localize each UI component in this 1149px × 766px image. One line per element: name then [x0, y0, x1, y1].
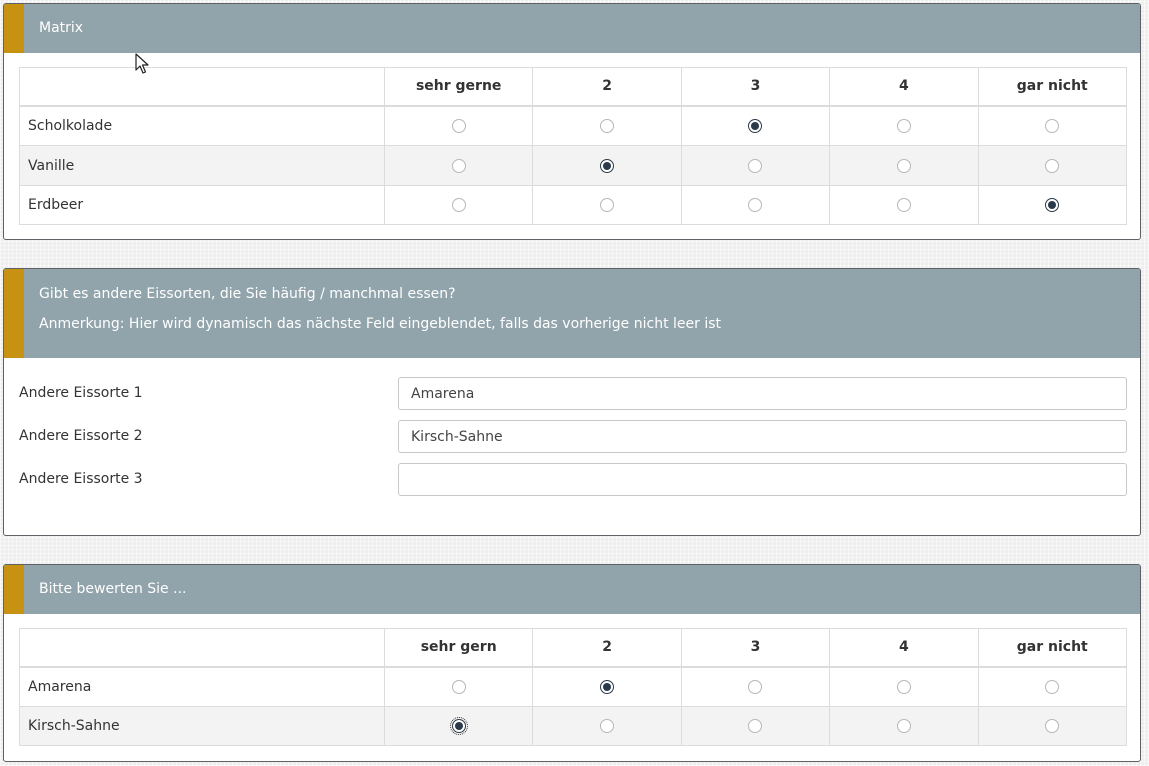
matrix-cell [532, 145, 682, 186]
matrix-cell [977, 185, 1128, 225]
matrix-cell [977, 145, 1128, 186]
matrix-row-label: Vanille [19, 145, 385, 186]
radio-button[interactable] [451, 679, 466, 694]
matrix-row-label: Amarena [19, 666, 385, 707]
radio-button[interactable] [748, 158, 763, 173]
other-flavors-question: Gibt es andere Eissorten, die Sie häufig… [39, 286, 456, 302]
field-label-2: Andere Eissorte 2 [19, 428, 143, 444]
matrix-cell [680, 706, 831, 746]
rating-title: Bitte bewerten Sie ... [39, 581, 187, 597]
radio-button[interactable] [451, 158, 466, 173]
matrix-cell [383, 706, 534, 746]
matrix-column-header: 3 [680, 67, 831, 107]
radio-button[interactable] [600, 719, 615, 733]
radio-button[interactable] [748, 679, 763, 694]
rating-column-header: sehr gern [383, 628, 534, 668]
matrix-table: sehr gerne 2 3 4 gar nicht Scholkolade Va… [19, 67, 1128, 225]
matrix-panel: Matrix sehr gerne 2 3 4 gar nicht Scholk… [3, 3, 1141, 240]
matrix-row: Scholkolade [19, 105, 1128, 146]
matrix-title: Matrix [39, 20, 84, 36]
rating-column-header: 2 [532, 628, 682, 668]
matrix-cell [977, 105, 1128, 146]
radio-button[interactable] [748, 198, 763, 212]
matrix-cell [829, 145, 979, 186]
matrix-cell [977, 706, 1128, 746]
matrix-row-label: Kirsch-Sahne [19, 706, 385, 746]
matrix-column-header: 4 [829, 67, 979, 107]
rating-corner-cell [19, 628, 385, 668]
matrix-cell [977, 666, 1128, 707]
matrix-cell [532, 185, 682, 225]
radio-button[interactable] [1045, 158, 1060, 173]
field-label-3: Andere Eissorte 3 [19, 471, 143, 487]
matrix-row: Erdbeer [19, 185, 1128, 225]
matrix-cell [829, 666, 979, 707]
matrix-cell [532, 666, 682, 707]
matrix-row-label: Erdbeer [19, 185, 385, 225]
matrix-cell [532, 706, 682, 746]
matrix-cell [829, 105, 979, 146]
rating-column-header: gar nicht [977, 628, 1128, 668]
matrix-column-header: gar nicht [977, 67, 1128, 107]
radio-button[interactable] [451, 118, 466, 133]
matrix-cell [532, 105, 682, 146]
matrix-cell [829, 706, 979, 746]
matrix-row-label: Scholkolade [19, 105, 385, 146]
other-flavor-input-2[interactable] [398, 420, 1127, 453]
matrix-panel-header: Matrix [4, 4, 1140, 53]
matrix-cell [383, 105, 534, 146]
radio-button[interactable] [600, 679, 615, 694]
matrix-row: Kirsch-Sahne [19, 706, 1128, 746]
radio-button[interactable] [896, 679, 911, 694]
mouse-pointer-icon [135, 53, 149, 74]
radio-button[interactable] [896, 198, 911, 212]
radio-button[interactable] [896, 158, 911, 173]
matrix-cell [680, 666, 831, 707]
radio-button[interactable] [1045, 679, 1060, 694]
radio-button[interactable] [600, 118, 615, 133]
matrix-row: Amarena [19, 666, 1128, 707]
radio-button[interactable] [1045, 719, 1060, 733]
radio-button[interactable] [896, 719, 911, 733]
matrix-cell [680, 105, 831, 146]
other-flavors-note: Anmerkung: Hier wird dynamisch das nächs… [39, 316, 722, 332]
matrix-cell [680, 185, 831, 225]
radio-button[interactable] [449, 717, 468, 735]
radio-button[interactable] [748, 118, 763, 133]
matrix-cell [383, 145, 534, 186]
rating-table: sehr gern 2 3 4 gar nicht Amarena Kirsch-… [19, 628, 1128, 746]
matrix-column-header: sehr gerne [383, 67, 534, 107]
matrix-column-header: 2 [532, 67, 682, 107]
matrix-corner-cell [19, 67, 385, 107]
rating-column-header: 4 [829, 628, 979, 668]
rating-panel-header: Bitte bewerten Sie ... [4, 565, 1140, 614]
rating-panel: Bitte bewerten Sie ... sehr gern 2 3 4 g… [3, 564, 1141, 762]
radio-button[interactable] [451, 198, 466, 212]
rating-column-header: 3 [680, 628, 831, 668]
radio-button[interactable] [1045, 198, 1060, 212]
field-label-1: Andere Eissorte 1 [19, 385, 143, 401]
matrix-row: Vanille [19, 145, 1128, 186]
radio-button[interactable] [896, 118, 911, 133]
other-flavors-panel: Gibt es andere Eissorten, die Sie häufig… [3, 268, 1141, 536]
matrix-cell [383, 185, 534, 225]
radio-button[interactable] [748, 719, 763, 733]
matrix-header-row: sehr gerne 2 3 4 gar nicht [19, 67, 1128, 107]
matrix-cell [829, 185, 979, 225]
radio-button[interactable] [1045, 118, 1060, 133]
radio-button[interactable] [600, 158, 615, 173]
other-flavors-panel-header: Gibt es andere Eissorten, die Sie häufig… [4, 269, 1140, 358]
radio-button[interactable] [600, 198, 615, 212]
other-flavor-input-1[interactable] [398, 377, 1127, 410]
other-flavor-input-3[interactable] [398, 463, 1127, 496]
matrix-cell [383, 666, 534, 707]
rating-header-row: sehr gern 2 3 4 gar nicht [19, 628, 1128, 668]
matrix-cell [680, 145, 831, 186]
